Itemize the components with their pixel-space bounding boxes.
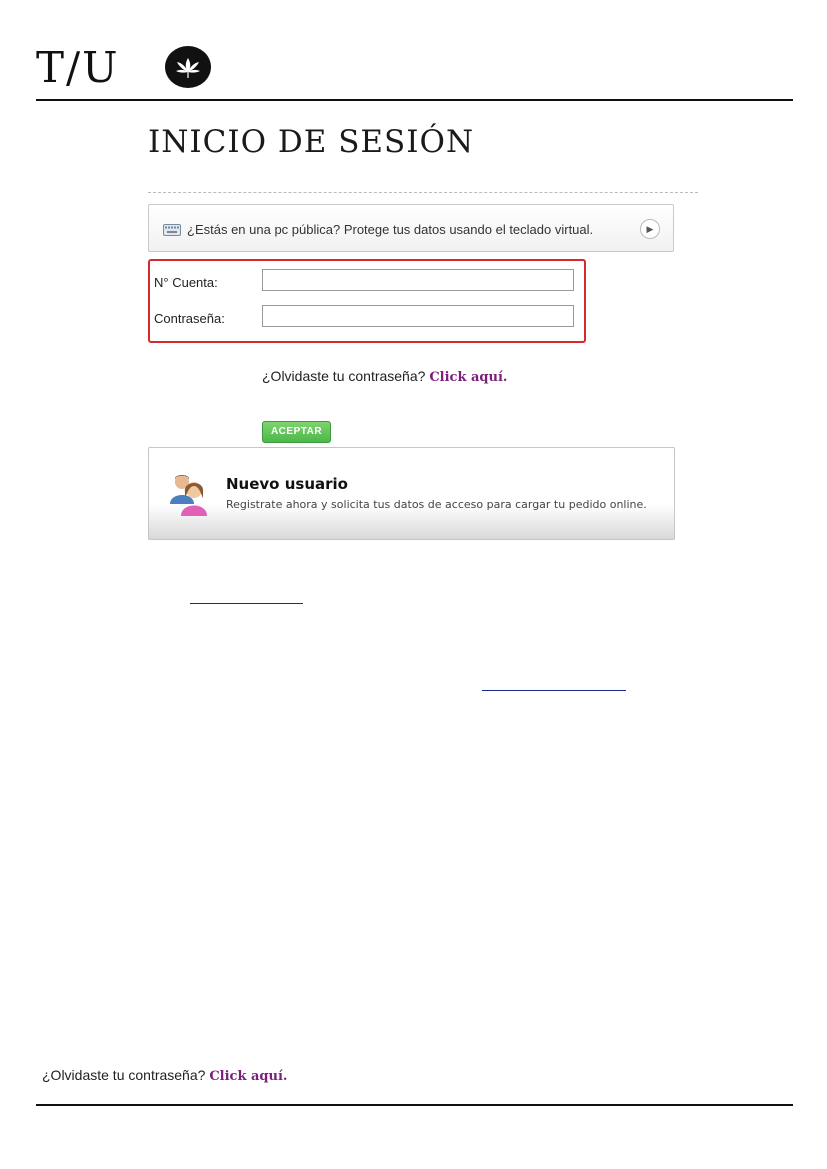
hyperlink-underline[interactable] (190, 603, 303, 604)
keyboard-icon (163, 223, 181, 241)
accept-button[interactable]: ACEPTAR (262, 421, 331, 443)
header-divider (36, 99, 793, 101)
password-label: Contraseña: (154, 311, 225, 326)
password-input[interactable] (262, 305, 574, 327)
forgot-password-link[interactable]: Click aquí. (429, 370, 507, 385)
forgot-password-text: ¿Olvidaste tu contraseña? (262, 368, 426, 384)
virtual-keyboard-banner[interactable]: ¿Estás en una pc pública? Protege tus da… (148, 204, 674, 252)
footer-forgot-text: ¿Olvidaste tu contraseña? (42, 1067, 206, 1083)
dashed-divider (148, 192, 698, 193)
login-form: N° Cuenta: Contraseña: (148, 259, 586, 343)
page-title: INICIO DE SESIÓN (148, 124, 475, 160)
logo-text: T/U (36, 43, 120, 92)
new-user-title: Nuevo usuario (226, 475, 348, 493)
account-number-input[interactable] (262, 269, 574, 291)
account-label: N° Cuenta: (154, 275, 218, 290)
hyperlink-underline[interactable] (482, 690, 626, 691)
users-icon (169, 472, 209, 523)
virtual-keyboard-text: ¿Estás en una pc pública? Protege tus da… (187, 222, 594, 237)
chevron-right-icon[interactable]: ▶ (640, 219, 660, 239)
forgot-password: ¿Olvidaste tu contraseña? Click aquí. (262, 368, 507, 385)
new-user-subtitle: Registrate ahora y solicita tus datos de… (226, 498, 647, 511)
new-user-banner[interactable]: Nuevo usuario Registrate ahora y solicit… (148, 447, 675, 540)
lotus-emblem-icon (165, 46, 211, 88)
footer-forgot-link[interactable]: Click aquí. (209, 1069, 287, 1084)
footer-forgot-password: ¿Olvidaste tu contraseña? Click aquí. (42, 1067, 287, 1084)
footer-divider (36, 1104, 793, 1106)
